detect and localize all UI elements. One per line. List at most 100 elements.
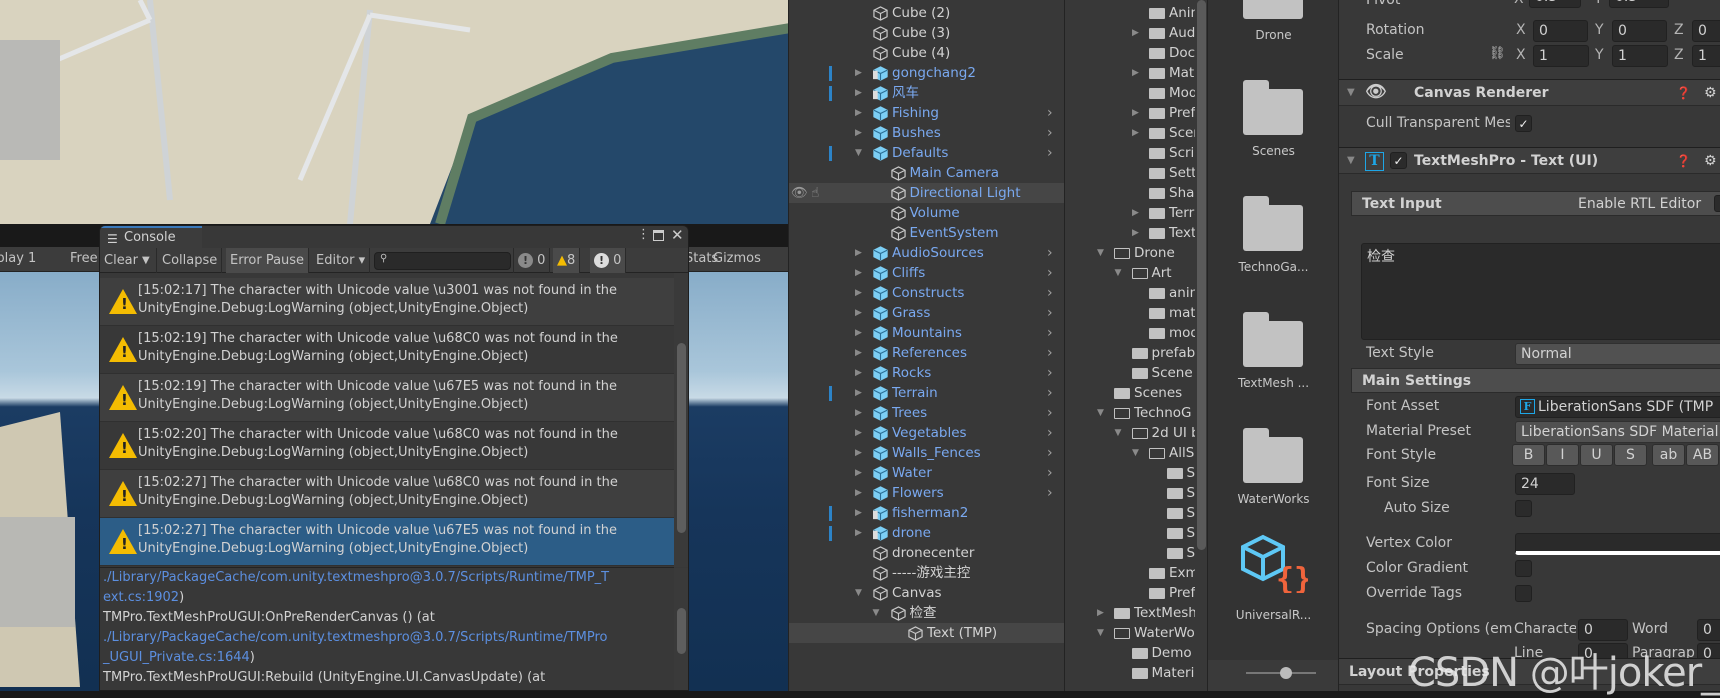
material-preset-dropdown[interactable]: LiberationSans SDF Material	[1515, 421, 1720, 443]
scrollbar-thumb[interactable]	[677, 343, 686, 533]
more-options-icon[interactable]: ⋮	[637, 227, 650, 242]
project-folder-item[interactable]: Prefa	[1065, 583, 1195, 603]
hierarchy-item[interactable]: ▶ Trees ›	[789, 403, 1064, 423]
log-entry[interactable]: ! [15:02:19] The character with Unicode v…	[100, 326, 674, 374]
pickable-hand-icon[interactable]: ☝	[811, 183, 819, 203]
hierarchy-item[interactable]: ▶ fisherman2	[789, 503, 1064, 523]
word-spacing-field[interactable]: 0	[1697, 619, 1720, 641]
help-icon[interactable]: ❓	[1676, 80, 1691, 106]
open-prefab-chevron-icon[interactable]: ›	[1047, 103, 1053, 123]
visibility-eye-icon[interactable]: 👁	[791, 183, 808, 203]
project-folder-item[interactable]: Mod	[1065, 83, 1195, 103]
collapsed-arrow-icon[interactable]: ▶	[855, 483, 862, 503]
collapse-button[interactable]: Collapse	[158, 248, 223, 273]
collapsed-arrow-icon[interactable]: ▶	[1132, 123, 1139, 143]
open-prefab-chevron-icon[interactable]: ›	[1047, 123, 1053, 143]
foldout-arrow-icon[interactable]: ▼	[1347, 148, 1355, 174]
cull-transparent-checkbox[interactable]: ✓	[1515, 115, 1532, 132]
collapsed-arrow-icon[interactable]: ▶	[855, 423, 862, 443]
expanded-arrow-icon[interactable]: ▼	[1115, 423, 1122, 443]
collapsed-arrow-icon[interactable]: ▶	[1132, 63, 1139, 83]
hierarchy-item[interactable]: ▶ Cliffs ›	[789, 263, 1064, 283]
maximize-icon[interactable]	[653, 230, 664, 241]
hierarchy-item[interactable]: ▶ Rocks ›	[789, 363, 1064, 383]
project-folder-item[interactable]: prefab	[1065, 343, 1195, 363]
project-asset[interactable]: TextMesh ...	[1208, 261, 1338, 390]
project-folder-item[interactable]: ▼ WaterWo	[1065, 623, 1195, 643]
rotation-x-field[interactable]: 0	[1533, 20, 1588, 42]
character-spacing-field[interactable]: 0	[1578, 619, 1628, 641]
canvas-renderer-header[interactable]: ▼ 👁 Canvas Renderer ❓ ⚙	[1339, 79, 1720, 106]
scale-x-field[interactable]: 1	[1533, 45, 1589, 67]
auto-size-checkbox[interactable]	[1515, 500, 1532, 517]
font-style-u-button[interactable]: U	[1580, 444, 1613, 466]
constrain-proportions-icon[interactable]: ⛓	[1489, 46, 1506, 61]
override-tags-checkbox[interactable]	[1515, 585, 1532, 602]
error-pause-button[interactable]: Error Pause	[226, 248, 310, 273]
hierarchy-item[interactable]: ▶ Mountains ›	[789, 323, 1064, 343]
enable-rtl-checkbox[interactable]	[1714, 195, 1720, 212]
hierarchy-item[interactable]: Main Camera	[789, 163, 1064, 183]
collapsed-arrow-icon[interactable]: ▶	[855, 383, 862, 403]
hierarchy-item[interactable]: ▼ Canvas	[789, 583, 1064, 603]
collapsed-arrow-icon[interactable]: ▶	[1132, 223, 1139, 243]
project-folder-item[interactable]: ▶ Terra	[1065, 203, 1195, 223]
hierarchy-item[interactable]: dronecenter	[789, 543, 1064, 563]
project-folder-item[interactable]: Se	[1065, 523, 1195, 543]
hierarchy-item[interactable]: ▶ References ›	[789, 343, 1064, 363]
vertex-color-field[interactable]	[1515, 533, 1720, 555]
collapsed-arrow-icon[interactable]: ▶	[855, 363, 862, 383]
scrollbar-thumb[interactable]	[1197, 0, 1206, 550]
expanded-arrow-icon[interactable]: ▼	[1097, 243, 1104, 263]
stack-trace-link[interactable]: _UGUI_Private.cs:1644	[103, 650, 250, 665]
project-folder-item[interactable]: ▼ Drone	[1065, 243, 1195, 263]
collapsed-arrow-icon[interactable]: ▶	[1132, 23, 1139, 43]
log-entry[interactable]: ! [15:02:17] The character with Unicode v…	[100, 278, 674, 326]
display-dropdown[interactable]: Display 1	[0, 251, 36, 266]
font-style-i-button[interactable]: I	[1546, 444, 1579, 466]
tab-console[interactable]: ☰ Console	[100, 226, 202, 248]
project-folder-item[interactable]: Scrip	[1065, 143, 1195, 163]
open-prefab-chevron-icon[interactable]: ›	[1047, 283, 1053, 303]
scene-view[interactable]	[0, 0, 790, 224]
font-style-ab-button[interactable]: AB	[1686, 444, 1719, 466]
hierarchy-item[interactable]: ▶ Flowers ›	[789, 483, 1064, 503]
log-entry[interactable]: ! [15:02:27] The character with Unicode v…	[100, 518, 674, 566]
hierarchy-item[interactable]: ▶ AudioSources ›	[789, 243, 1064, 263]
project-folder-item[interactable]: ▶ Scen	[1065, 123, 1195, 143]
project-folder-item[interactable]: ▶ Audi	[1065, 23, 1195, 43]
project-folder-item[interactable]: Shad	[1065, 183, 1195, 203]
font-style-s-button[interactable]: S	[1614, 444, 1647, 466]
project-folder-item[interactable]: Se	[1065, 483, 1195, 503]
open-prefab-chevron-icon[interactable]: ›	[1047, 383, 1053, 403]
open-prefab-chevron-icon[interactable]: ›	[1047, 363, 1053, 383]
project-asset[interactable]: Drone	[1208, 0, 1338, 42]
hierarchy-item[interactable]: ▶ gongchang2	[789, 63, 1064, 83]
clear-options-dropdown[interactable]: ▼	[138, 248, 157, 273]
hierarchy-item[interactable]: ▶ Terrain ›	[789, 383, 1064, 403]
hierarchy-item[interactable]: Cube (4)	[789, 43, 1064, 63]
hierarchy-item[interactable]: ▶ Fishing ›	[789, 103, 1064, 123]
collapsed-arrow-icon[interactable]: ▶	[855, 63, 862, 83]
font-style-ab-button[interactable]: ab	[1652, 444, 1685, 466]
open-prefab-chevron-icon[interactable]: ›	[1047, 143, 1053, 163]
project-folder-item[interactable]: ▼ AllSe	[1065, 443, 1195, 463]
project-folder-item[interactable]: ▼ Art	[1065, 263, 1195, 283]
hierarchy-item[interactable]: ▶ Constructs ›	[789, 283, 1064, 303]
open-prefab-chevron-icon[interactable]: ›	[1047, 243, 1053, 263]
scale-y-field[interactable]: 1	[1612, 45, 1668, 67]
log-entry[interactable]: ! [15:02:19] The character with Unicode v…	[100, 374, 674, 422]
project-folder-item[interactable]: Scenes	[1065, 383, 1195, 403]
expanded-arrow-icon[interactable]: ▼	[1132, 443, 1139, 463]
font-size-field[interactable]: 24	[1515, 473, 1575, 495]
component-enabled-checkbox[interactable]: ✓	[1390, 152, 1407, 169]
project-folder-item[interactable]: Anim	[1065, 3, 1195, 23]
font-asset-field[interactable]: F LiberationSans SDF (TMP	[1515, 396, 1720, 418]
expanded-arrow-icon[interactable]: ▼	[873, 603, 880, 623]
hierarchy-item[interactable]: 👁 ☝ Directional Light	[789, 183, 1064, 203]
collapsed-arrow-icon[interactable]: ▶	[855, 323, 862, 343]
info-toggle[interactable]: ! 0	[513, 248, 551, 273]
collapsed-arrow-icon[interactable]: ▶	[855, 343, 862, 363]
project-folder-item[interactable]: Materi	[1065, 663, 1195, 683]
collapsed-arrow-icon[interactable]: ▶	[1132, 103, 1139, 123]
